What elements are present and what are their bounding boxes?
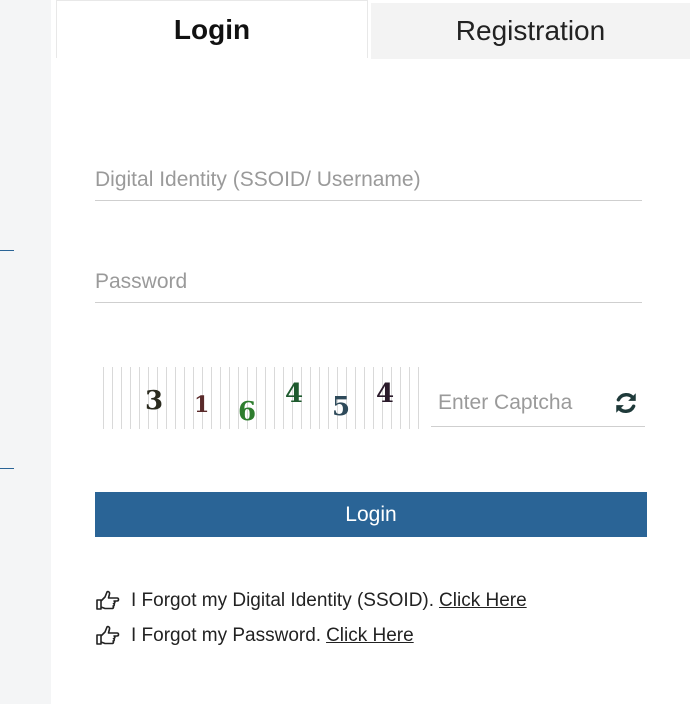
tab-login[interactable]: Login bbox=[56, 0, 368, 58]
captcha-digit: 5 bbox=[332, 392, 351, 422]
password-input[interactable] bbox=[95, 262, 642, 302]
hand-pointing-right-icon bbox=[96, 590, 120, 610]
captcha-digit: 3 bbox=[145, 386, 164, 416]
tab-login-label: Login bbox=[173, 13, 251, 45]
captcha-digit: 4 bbox=[285, 379, 304, 409]
username-field bbox=[95, 160, 642, 201]
login-panel: Login Registration 3 1 6 4 5 4 Login I F… bbox=[51, 0, 690, 704]
forgot-ssoid-row: I Forgot my Digital Identity (SSOID). Cl… bbox=[95, 590, 527, 612]
username-input[interactable] bbox=[95, 160, 642, 200]
forgot-password-text: I Forgot my Password. bbox=[131, 625, 322, 646]
captcha-digit: 1 bbox=[194, 392, 210, 418]
captcha-digit: 4 bbox=[376, 379, 395, 409]
forgot-password-row: I Forgot my Password. Click Here bbox=[95, 625, 414, 647]
captcha-input[interactable] bbox=[431, 380, 608, 426]
left-divider-line bbox=[0, 250, 14, 251]
refresh-icon[interactable] bbox=[613, 390, 639, 416]
password-field bbox=[95, 262, 642, 303]
captcha-image: 3 1 6 4 5 4 bbox=[95, 367, 425, 429]
forgot-ssoid-text: I Forgot my Digital Identity (SSOID). bbox=[131, 590, 435, 611]
hand-pointing-right-icon bbox=[96, 625, 120, 645]
captcha-digit: 6 bbox=[238, 397, 257, 427]
forgot-password-link[interactable]: Click Here bbox=[326, 625, 414, 647]
tab-registration[interactable]: Registration bbox=[371, 3, 690, 59]
left-background-strip bbox=[0, 0, 51, 704]
login-button[interactable]: Login bbox=[95, 492, 647, 537]
tab-registration-label: Registration bbox=[455, 15, 606, 46]
captcha-field bbox=[431, 380, 645, 427]
forgot-ssoid-link[interactable]: Click Here bbox=[439, 590, 527, 612]
left-divider-line bbox=[0, 468, 14, 469]
